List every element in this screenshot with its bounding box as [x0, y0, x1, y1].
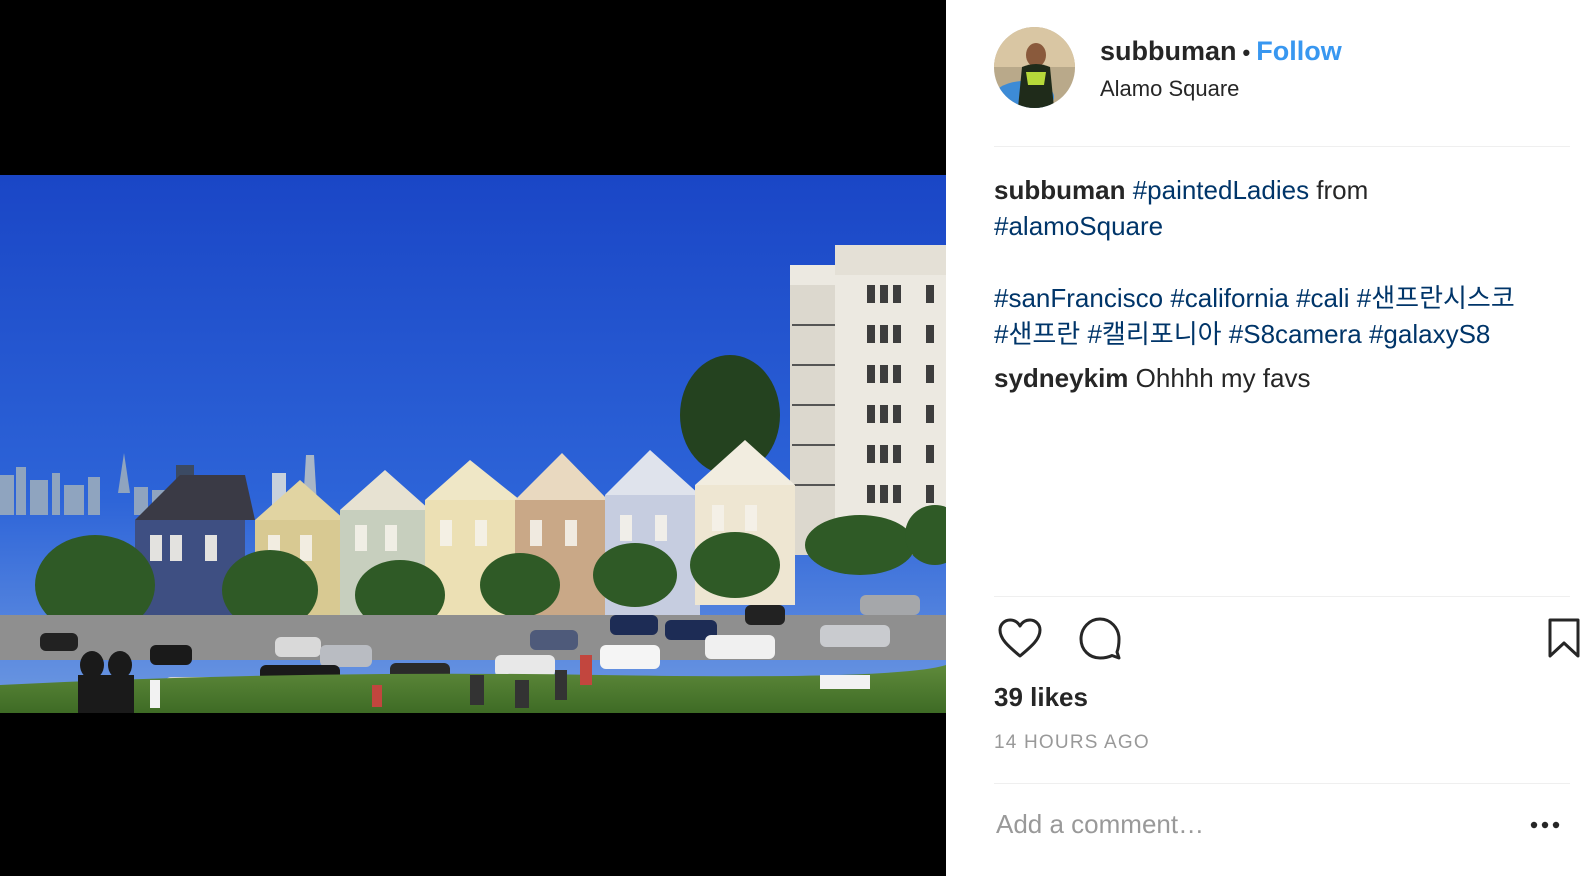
hashtag-link[interactable]: #샌프란 [994, 319, 1080, 349]
heart-outline-icon [998, 618, 1042, 658]
location-link[interactable]: Alamo Square [1100, 74, 1239, 104]
actions-divider [994, 596, 1570, 597]
list-item: sydneykim Ohhhh my favs [994, 360, 1574, 396]
author-line: subbuman • Follow [1100, 33, 1342, 71]
comment-divider [994, 783, 1570, 784]
caption-line-1: subbuman #paintedLadies from [994, 172, 1574, 208]
post-media-pane [0, 0, 946, 876]
profile-photo-avatar [994, 27, 1075, 108]
hashtag-link[interactable]: #S8camera [1229, 319, 1362, 349]
hashtag-link[interactable]: #alamoSquare [994, 211, 1163, 241]
save-button[interactable] [1538, 612, 1590, 664]
hashtag-link[interactable]: #california [1170, 283, 1289, 313]
comment-username-link[interactable]: sydneykim [994, 363, 1128, 393]
hashtag-link[interactable]: #샌프란시스코 [1357, 283, 1515, 313]
hashtag-link[interactable]: #캘리포니아 [1087, 319, 1221, 349]
more-options-button[interactable] [1520, 812, 1570, 838]
header-divider [994, 146, 1570, 147]
post-photo[interactable] [0, 175, 946, 713]
caption-tags-line: #sanFrancisco #california #cali #샌프란시스코 [994, 280, 1574, 316]
caption-text: from [1309, 175, 1369, 205]
speech-bubble-icon [1079, 617, 1121, 660]
caption-tags-line: #샌프란 #캘리포니아 #S8camera #galaxyS8 [994, 316, 1574, 352]
post-timestamp[interactable]: 14 HOURS AGO [994, 730, 1150, 756]
like-button[interactable] [994, 612, 1046, 664]
comment-text: Ohhhh my favs [1135, 363, 1311, 393]
comment-line: sydneykim Ohhhh my favs [994, 360, 1574, 396]
author-avatar[interactable] [994, 27, 1075, 108]
bookmark-icon [1548, 618, 1580, 658]
separator-dot: • [1242, 40, 1251, 65]
author-username-link[interactable]: subbuman [1100, 36, 1237, 66]
caption-username-link[interactable]: subbuman [994, 175, 1125, 205]
hashtag-link[interactable]: #galaxyS8 [1369, 319, 1490, 349]
post-details-pane: subbuman • Follow Alamo Square subbuman #p… [946, 0, 1594, 876]
caption-line-2: #alamoSquare [994, 208, 1574, 244]
hashtag-link[interactable]: #cali [1296, 283, 1349, 313]
likes-count[interactable]: 39 likes [994, 679, 1088, 715]
more-options-icon [1530, 821, 1560, 829]
hashtag-link[interactable]: #sanFrancisco [994, 283, 1163, 313]
action-bar [994, 612, 1580, 668]
add-comment-input[interactable] [996, 804, 1496, 844]
comments-list: subbuman #paintedLadies from #alamoSquar… [994, 172, 1574, 396]
follow-button[interactable]: Follow [1256, 36, 1341, 66]
caption-comment: subbuman #paintedLadies from #alamoSquar… [994, 172, 1574, 352]
comment-button[interactable] [1074, 612, 1126, 664]
painted-ladies-photo [0, 175, 946, 713]
hashtag-link[interactable]: #paintedLadies [1133, 175, 1309, 205]
